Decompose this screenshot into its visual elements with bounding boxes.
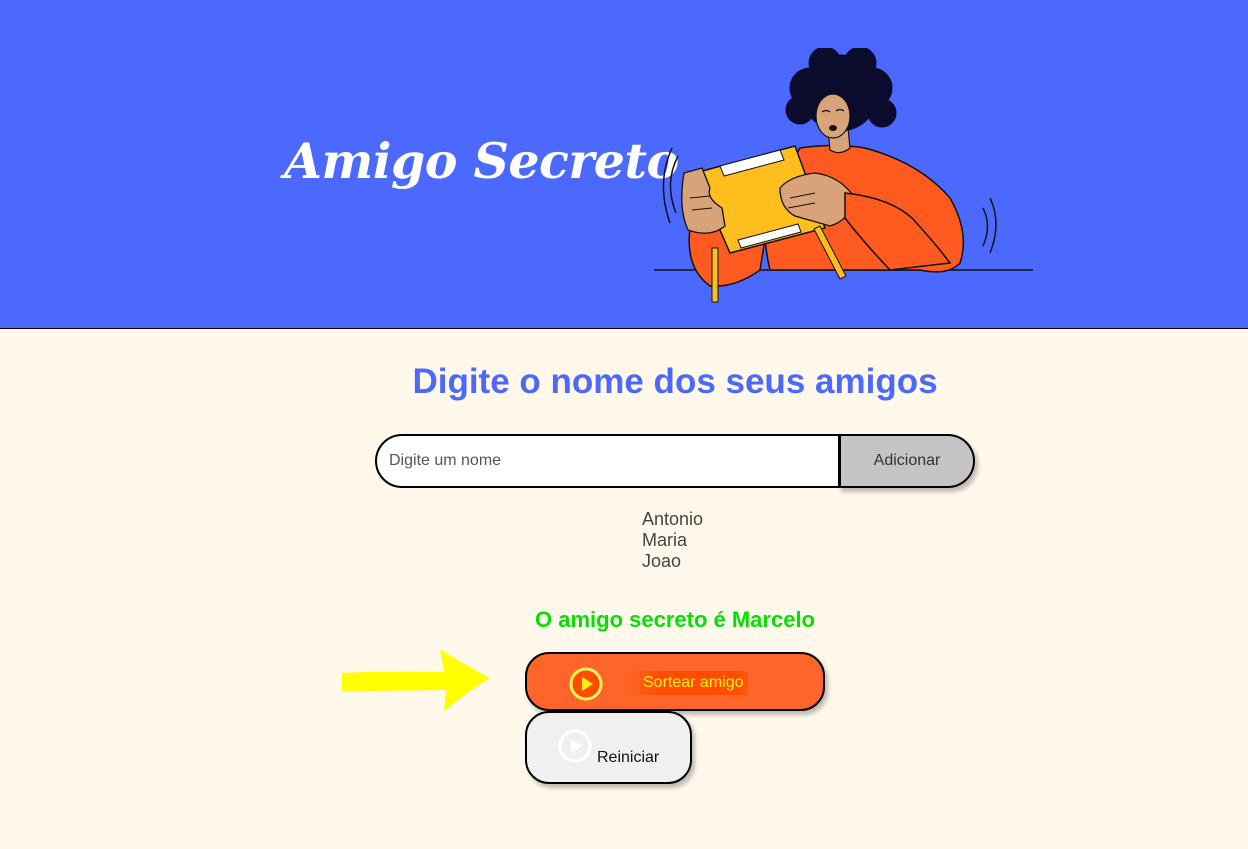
list-item: Maria	[642, 530, 688, 550]
draw-result: O amigo secreto é Marcelo	[535, 607, 815, 632]
draw-button-label: Sortear amigo	[625, 671, 748, 695]
list-item: Antonio	[642, 509, 704, 529]
section-heading: Digite o nome dos seus amigos	[412, 362, 938, 401]
reset-button[interactable]: Reiniciar	[525, 711, 692, 784]
friend-name-input[interactable]	[375, 434, 841, 488]
app-title: Amigo Secreto	[284, 132, 679, 190]
play-circle-icon	[569, 667, 603, 701]
reset-button-label: Reiniciar	[597, 749, 660, 766]
draw-friend-button[interactable]: Sortear amigo	[525, 652, 825, 711]
yellow-arrow-icon	[342, 649, 490, 711]
header-banner: Amigo Secreto	[0, 0, 1248, 329]
add-button[interactable]: Adicionar	[838, 434, 975, 488]
gift-person-illustration	[654, 48, 1033, 303]
friend-list: Antonio Maria Joao	[642, 509, 703, 572]
play-circle-icon	[558, 729, 592, 763]
friend-input-group: Adicionar	[375, 434, 975, 488]
list-item: Joao	[642, 551, 682, 571]
